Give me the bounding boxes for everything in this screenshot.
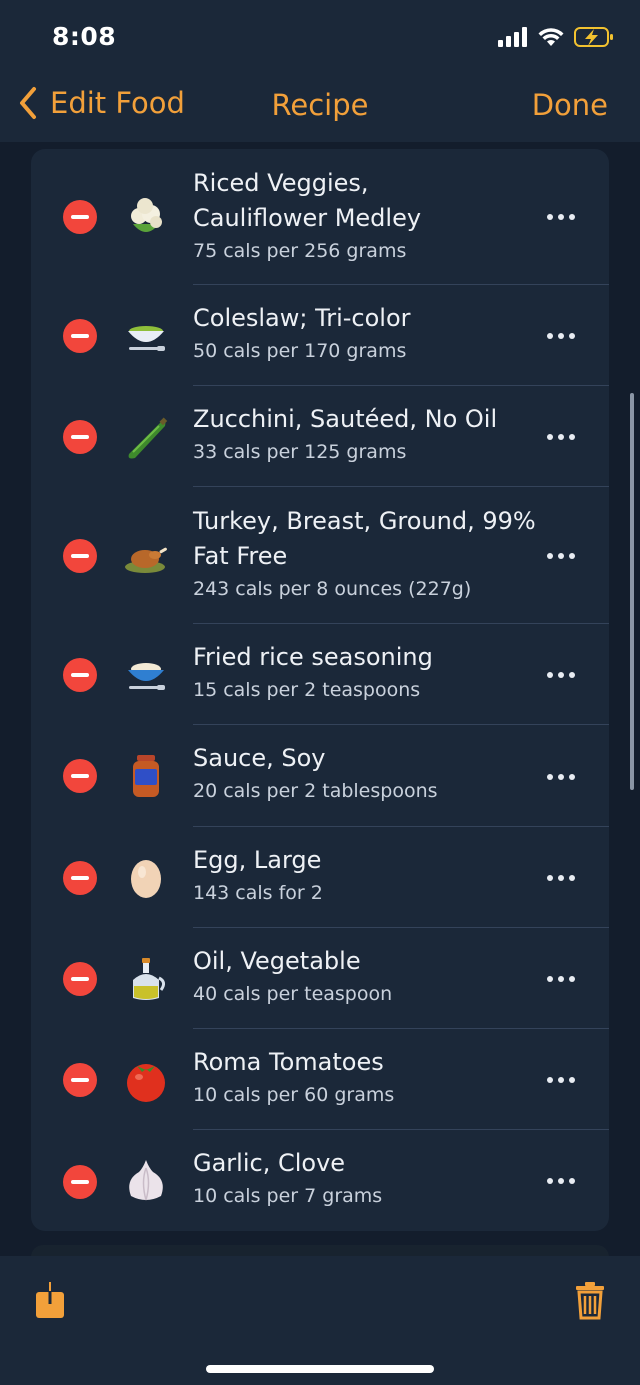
food-text: Turkey, Breast, Ground, 99% Fat Free 243… [193,504,539,604]
salad-bowl-icon [128,326,165,351]
food-text: Coleslaw; Tri-color 50 cals per 170 gram… [193,301,539,366]
more-options-button[interactable] [543,872,579,884]
food-name-line-2: Fat Free [193,542,288,570]
navigation-bar: Edit Food Recipe Done [0,78,640,142]
delete-button[interactable] [63,420,97,454]
food-name: Fried rice seasoning [193,643,433,671]
list-item: Zucchini, Sautéed, No Oil 33 cals per 12… [31,386,609,487]
food-name: Egg, Large [193,846,322,874]
status-icons [498,26,614,48]
cellular-signal-icon [498,27,527,47]
food-name: Garlic, Clove [193,1149,346,1177]
more-options-button[interactable] [543,1074,579,1086]
share-icon[interactable] [34,1280,66,1320]
food-name: Roma Tomatoes [193,1048,384,1076]
food-text: Sauce, Soy 20 cals per 2 tablespoons [193,741,539,806]
food-name: Turkey, Breast, Ground, 99% [193,507,536,535]
home-indicator[interactable] [206,1365,434,1373]
more-options-button[interactable] [543,1175,579,1187]
delete-button[interactable] [63,658,97,692]
food-name: Riced Veggies, [193,169,369,197]
tomato-icon [127,1064,165,1102]
food-calories: 33 cals per 125 grams [193,441,407,463]
list-item: Turkey, Breast, Ground, 99% Fat Free 243… [31,487,609,624]
food-calories: 50 cals per 170 grams [193,340,407,362]
oil-bottle-icon [133,958,166,1000]
list-item: Garlic, Clove 10 cals per 7 grams [31,1130,609,1231]
food-text: Riced Veggies, Cauliflower Medley 75 cal… [193,166,539,266]
list-item: Sauce, Soy 20 cals per 2 tablespoons [31,725,609,827]
food-name: Oil, Vegetable [193,947,361,975]
list-item: Egg, Large 143 cals for 2 [31,827,609,928]
more-options-button[interactable] [543,973,579,985]
more-options-button[interactable] [543,550,579,562]
delete-button[interactable] [63,200,97,234]
food-text: Egg, Large 143 cals for 2 [193,843,539,908]
zucchini-icon [128,417,168,459]
delete-button[interactable] [63,1165,97,1199]
delete-button[interactable] [63,962,97,996]
wifi-icon [538,28,564,46]
more-options-button[interactable] [543,669,579,681]
list-item: Fried rice seasoning 15 cals per 2 teasp… [31,624,609,725]
delete-button[interactable] [63,539,97,573]
delete-button[interactable] [63,1063,97,1097]
powder-bowl-icon [128,663,165,690]
food-text: Fried rice seasoning 15 cals per 2 teasp… [193,640,539,705]
list-item: Oil, Vegetable 40 cals per teaspoon [31,928,609,1029]
food-calories: 15 cals per 2 teaspoons [193,679,421,701]
garlic-icon [129,1160,163,1201]
food-name: Zucchini, Sautéed, No Oil [193,405,498,433]
list-item: Roma Tomatoes 10 cals per 60 grams [31,1029,609,1130]
egg-icon [131,860,161,898]
more-options-button[interactable] [543,330,579,342]
top-bar: 8:08 Edit Food Recipe Done [0,0,640,142]
bottom-toolbar [0,1256,640,1385]
food-calories: 20 cals per 2 tablespoons [193,780,438,802]
delete-button[interactable] [63,319,97,353]
food-calories: 143 cals for 2 [193,882,323,904]
ingredient-list: Riced Veggies, Cauliflower Medley 75 cal… [31,149,609,1231]
more-options-button[interactable] [543,771,579,783]
food-calories: 75 cals per 256 grams [193,240,407,262]
status-time: 8:08 [52,22,117,51]
done-button[interactable]: Done [532,88,608,122]
food-name: Sauce, Soy [193,744,326,772]
food-name-line-2: Cauliflower Medley [193,204,422,232]
more-options-button[interactable] [543,211,579,223]
status-bar: 8:08 [0,0,640,78]
list-item: Coleslaw; Tri-color 50 cals per 170 gram… [31,285,609,386]
scrollbar[interactable] [630,393,634,790]
food-calories: 243 cals per 8 ounces (227g) [193,578,472,600]
food-text: Garlic, Clove 10 cals per 7 grams [193,1146,539,1211]
roast-poultry-icon [125,547,167,573]
food-text: Oil, Vegetable 40 cals per teaspoon [193,944,539,1009]
food-name: Coleslaw; Tri-color [193,304,411,332]
list-item: Riced Veggies, Cauliflower Medley 75 cal… [31,149,609,285]
food-calories: 40 cals per teaspoon [193,983,393,1005]
food-text: Roma Tomatoes 10 cals per 60 grams [193,1045,539,1110]
battery-charging-icon [574,27,613,47]
delete-button[interactable] [63,759,97,793]
food-calories: 10 cals per 7 grams [193,1185,383,1207]
sauce-jar-icon [133,755,159,797]
cauliflower-icon [131,198,162,232]
food-text: Zucchini, Sautéed, No Oil 33 cals per 12… [193,402,539,467]
more-options-button[interactable] [543,431,579,443]
delete-button[interactable] [63,861,97,895]
trash-icon[interactable] [574,1280,606,1320]
food-calories: 10 cals per 60 grams [193,1084,395,1106]
